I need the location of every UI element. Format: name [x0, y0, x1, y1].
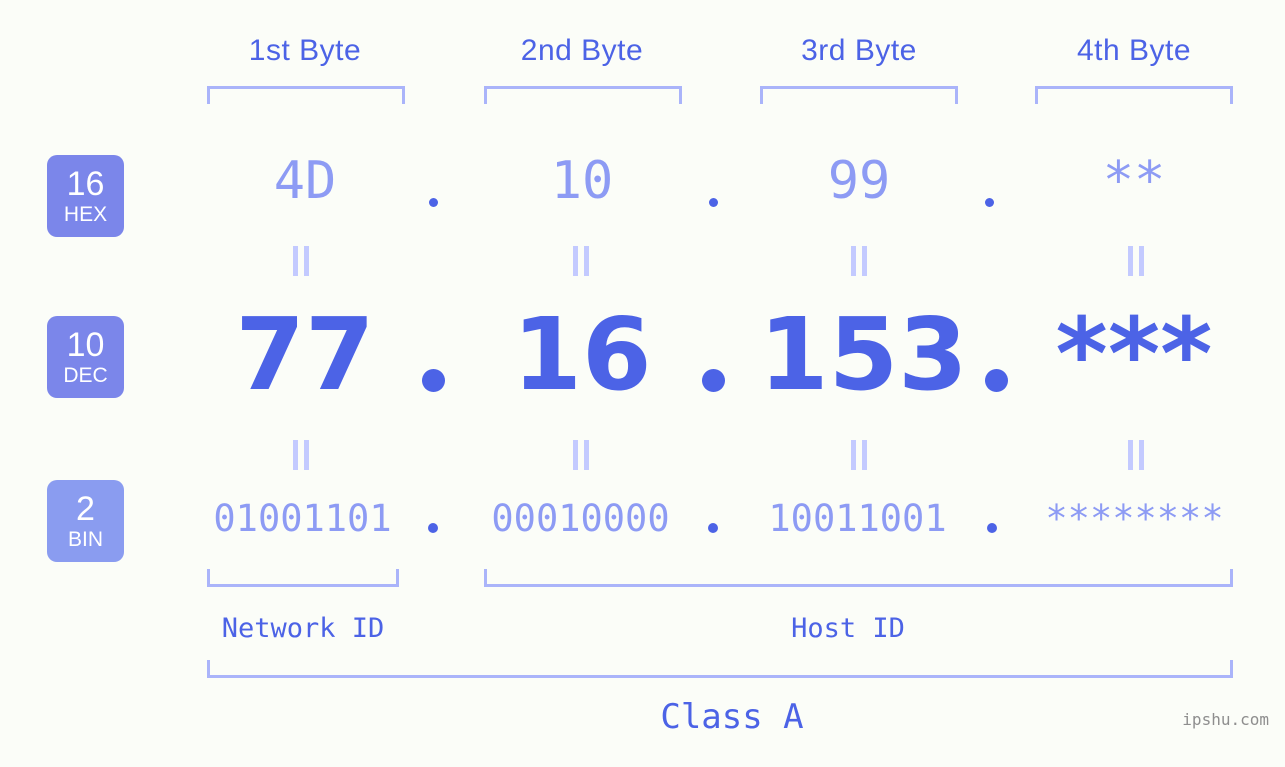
hex-byte-4-value: **: [1102, 151, 1166, 211]
bin-separator-dot-3: [987, 523, 997, 533]
dec-byte-4-value: ***: [1055, 296, 1213, 413]
hex-separator-dot-1: [429, 198, 438, 207]
bin-byte-3: 10011001: [755, 500, 960, 537]
host-id-label: Host ID: [748, 613, 948, 644]
hex-byte-2-value: 10: [550, 151, 614, 211]
dec-separator-dot-1: [422, 369, 445, 392]
equality-connector-1-hex-dec: [293, 246, 309, 276]
hex-byte-3-value: 99: [827, 151, 891, 211]
dec-byte-2: 16: [482, 305, 682, 405]
bin-byte-1-value: 01001101: [213, 497, 392, 540]
equality-connector-1-dec-bin: [293, 440, 309, 470]
byte-bracket-1: [207, 86, 405, 104]
equality-connector-2-hex-dec: [573, 246, 589, 276]
dec-byte-4: ***: [1034, 305, 1234, 405]
hex-byte-3: 99: [759, 155, 959, 207]
hex-byte-1-value: 4D: [273, 151, 337, 211]
base-badge-name: DEC: [63, 364, 108, 387]
byte-bracket-2: [484, 86, 682, 104]
bin-byte-4: ********: [1032, 500, 1237, 537]
base-badge-number: 10: [66, 326, 105, 364]
byte-header-label: 4th Byte: [1076, 34, 1192, 67]
hex-byte-2: 10: [482, 155, 682, 207]
equality-connector-4-hex-dec: [1128, 246, 1144, 276]
base-badge-number: 16: [66, 165, 105, 203]
hex-separator-dot-2: [709, 198, 718, 207]
equality-connector-3-dec-bin: [851, 440, 867, 470]
class-bracket: [207, 660, 1233, 678]
byte-bracket-4: [1035, 86, 1233, 104]
base-badge-bin: 2 BIN: [47, 480, 124, 562]
watermark-text: ipshu.com: [1182, 710, 1269, 729]
bin-byte-2: 00010000: [478, 500, 683, 537]
host-id-text: Host ID: [791, 613, 905, 644]
class-text: Class A: [660, 697, 804, 737]
byte-header-4: 4th Byte: [1034, 34, 1234, 68]
dec-separator-dot-3: [985, 369, 1008, 392]
bin-byte-3-value: 10011001: [768, 497, 947, 540]
byte-header-label: 1st Byte: [248, 34, 362, 67]
dec-byte-3-value: 153: [759, 296, 968, 413]
dec-byte-2-value: 16: [512, 296, 652, 413]
network-id-text: Network ID: [221, 613, 385, 644]
watermark: ipshu.com: [1182, 710, 1269, 729]
hex-separator-dot-3: [985, 198, 994, 207]
hex-byte-1: 4D: [205, 155, 405, 207]
class-label: Class A: [632, 697, 832, 737]
base-badge-dec: 10 DEC: [47, 316, 124, 398]
byte-bracket-3: [760, 86, 958, 104]
hex-byte-4: **: [1034, 155, 1234, 207]
byte-header-3: 3rd Byte: [759, 34, 959, 68]
host-id-bracket: [484, 569, 1233, 587]
byte-header-label: 3rd Byte: [801, 34, 917, 67]
base-badge-name: HEX: [63, 203, 108, 226]
bin-byte-4-value: ********: [1045, 497, 1224, 540]
bin-byte-1: 01001101: [200, 500, 405, 537]
equality-connector-2-dec-bin: [573, 440, 589, 470]
equality-connector-4-dec-bin: [1128, 440, 1144, 470]
network-id-label: Network ID: [203, 613, 403, 644]
bin-byte-2-value: 00010000: [491, 497, 670, 540]
base-badge-name: BIN: [67, 528, 103, 551]
byte-header-1: 1st Byte: [205, 34, 405, 68]
equality-connector-3-hex-dec: [851, 246, 867, 276]
base-badge-hex: 16 HEX: [47, 155, 124, 237]
dec-byte-3: 153: [759, 305, 968, 405]
bin-separator-dot-1: [428, 523, 438, 533]
dec-byte-1-value: 77: [235, 296, 375, 413]
byte-header-label: 2nd Byte: [520, 34, 644, 67]
dec-separator-dot-2: [702, 369, 725, 392]
byte-header-2: 2nd Byte: [482, 34, 682, 68]
ip-address-breakdown-diagram: 1st Byte 2nd Byte 3rd Byte 4th Byte 16 H…: [0, 0, 1285, 767]
network-id-bracket: [207, 569, 399, 587]
base-badge-number: 2: [76, 490, 95, 528]
bin-separator-dot-2: [708, 523, 718, 533]
dec-byte-1: 77: [205, 305, 405, 405]
